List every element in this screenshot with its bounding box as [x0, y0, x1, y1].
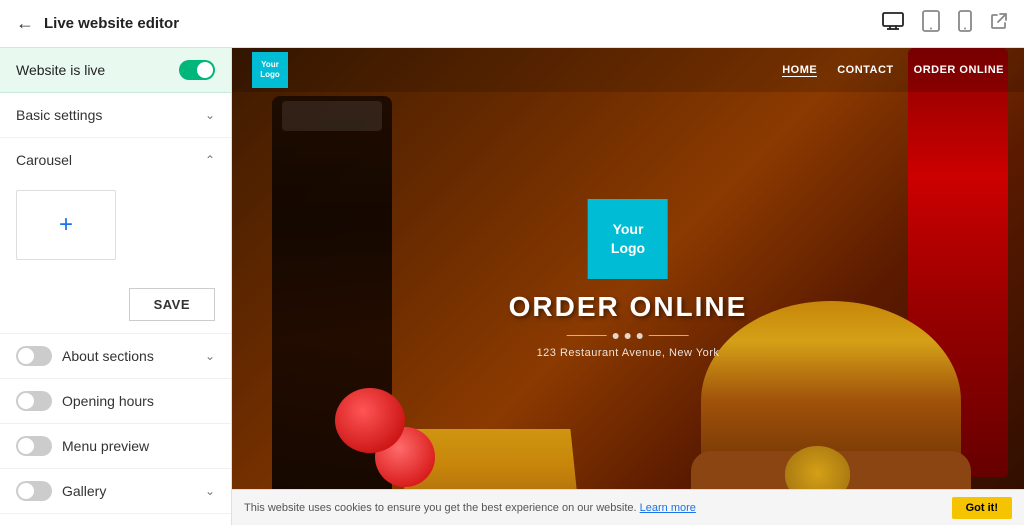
opening-hours-toggle[interactable] — [16, 391, 52, 411]
preview-headline: ORDER ONLINE — [509, 291, 748, 323]
sections-list: About sections ⌄ Opening hours — [0, 334, 231, 525]
about-sections-label: About sections — [62, 348, 154, 364]
top-bar-left: ← Live website editor — [16, 13, 179, 34]
basic-settings-chevron: ⌄ — [205, 108, 215, 122]
divider-line-right — [649, 335, 689, 336]
preview-background: YourLogo HOME CONTACT ORDER ONLINE YourL… — [232, 48, 1024, 525]
nav-link-order[interactable]: ORDER ONLINE — [914, 64, 1004, 77]
cookie-learn-more-link[interactable]: Learn more — [640, 502, 696, 514]
menu-preview-label: Menu preview — [62, 438, 149, 454]
sidebar: Website is live Basic settings ⌄ Carouse… — [0, 48, 232, 525]
preview-nav-links: HOME CONTACT ORDER ONLINE — [782, 64, 1004, 77]
save-row: SAVE — [0, 276, 231, 333]
main-layout: Website is live Basic settings ⌄ Carouse… — [0, 48, 1024, 525]
carousel-chevron: ⌃ — [205, 153, 215, 167]
carousel-plus-icon: + — [59, 211, 73, 239]
carousel-section: Carousel ⌃ + SAVE — [0, 138, 231, 334]
top-bar: ← Live website editor — [0, 0, 1024, 48]
opening-hours-label: Opening hours — [62, 393, 154, 409]
cookie-text: This website uses cookies to ensure you … — [244, 502, 696, 514]
desktop-icon[interactable] — [882, 12, 904, 35]
menu-preview-toggle[interactable] — [16, 436, 52, 456]
gallery-item[interactable]: Gallery ⌄ — [0, 469, 231, 514]
gallery-chevron: ⌄ — [205, 484, 215, 498]
divider-dot-right — [637, 333, 643, 339]
website-live-toggle[interactable] — [179, 60, 215, 80]
back-button[interactable]: ← — [16, 13, 34, 34]
nav-link-contact[interactable]: CONTACT — [837, 64, 893, 77]
carousel-label: Carousel — [16, 152, 72, 168]
preview-center-content: YourLogo ORDER ONLINE 123 Restaurant Ave… — [509, 199, 748, 359]
tablet-icon[interactable] — [922, 10, 940, 37]
gallery-toggle[interactable] — [16, 481, 52, 501]
preview-navbar: YourLogo HOME CONTACT ORDER ONLINE — [232, 48, 1024, 92]
save-button[interactable]: SAVE — [129, 288, 215, 321]
carousel-content: + — [0, 182, 231, 276]
preview-frame: YourLogo HOME CONTACT ORDER ONLINE YourL… — [232, 48, 1024, 525]
mobile-icon[interactable] — [958, 10, 972, 37]
preview-divider — [509, 333, 748, 339]
preview-logo-small: YourLogo — [252, 52, 288, 88]
carousel-add-slide[interactable]: + — [16, 190, 116, 260]
editor-title: Live website editor — [44, 15, 179, 32]
about-sections-toggle[interactable] — [16, 346, 52, 366]
website-live-row: Website is live — [0, 48, 231, 93]
tomato2-decoration — [335, 388, 405, 453]
menu-preview-item[interactable]: Menu preview — [0, 424, 231, 469]
preview-content: YourLogo HOME CONTACT ORDER ONLINE YourL… — [232, 48, 1024, 525]
external-link-icon[interactable] — [990, 12, 1008, 35]
nav-link-home[interactable]: HOME — [782, 64, 817, 77]
testimonials-item[interactable]: Testimonials ⌄ — [0, 514, 231, 525]
cookie-got-it-button[interactable]: Got it! — [952, 497, 1012, 519]
view-mode-icons — [882, 10, 1008, 37]
opening-hours-item[interactable]: Opening hours — [0, 379, 231, 424]
gallery-label: Gallery — [62, 483, 106, 499]
preview-big-logo: YourLogo — [588, 199, 668, 279]
divider-line-left — [567, 335, 607, 336]
divider-dot-center — [625, 333, 631, 339]
carousel-header[interactable]: Carousel ⌃ — [0, 138, 231, 182]
cookie-banner: This website uses cookies to ensure you … — [232, 489, 1024, 525]
about-sections-chevron: ⌄ — [205, 349, 215, 363]
preview-address: 123 Restaurant Avenue, New York — [509, 347, 748, 359]
divider-dot-left — [613, 333, 619, 339]
website-live-label: Website is live — [16, 62, 105, 78]
basic-settings-row[interactable]: Basic settings ⌄ — [0, 93, 231, 138]
about-sections-item[interactable]: About sections ⌄ — [0, 334, 231, 379]
basic-settings-label: Basic settings — [16, 107, 102, 123]
